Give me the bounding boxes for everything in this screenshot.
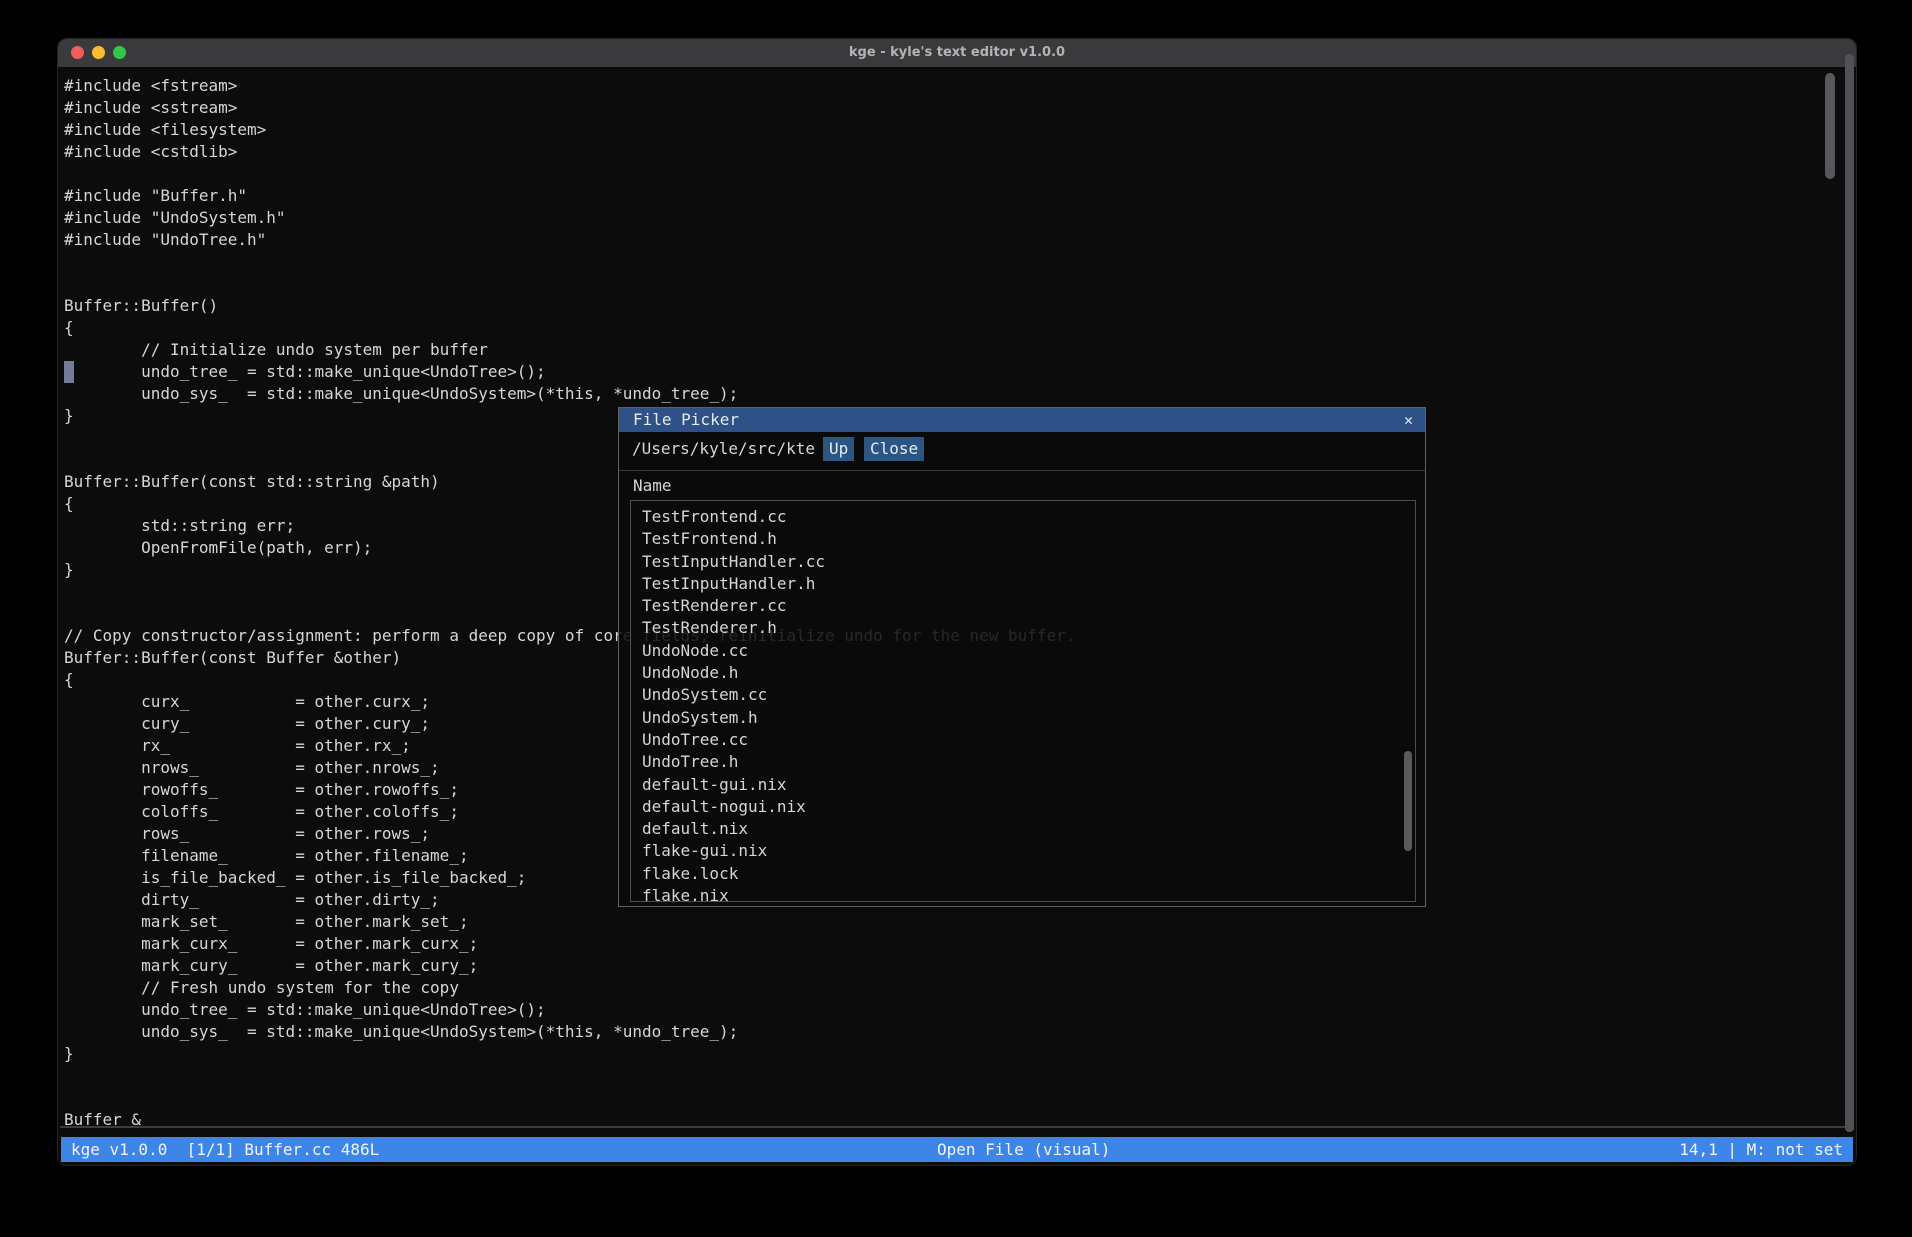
file-list: TestFrontend.cc TestFrontend.h TestInput… [630, 500, 1416, 902]
file-item[interactable]: UndoSystem.h [642, 707, 1415, 729]
code-line [64, 251, 1824, 273]
status-file-info: kge v1.0.0 [1/1] Buffer.cc 486L [71, 1137, 379, 1162]
file-item[interactable]: flake-gui.nix [642, 840, 1415, 862]
window-scrollbar-track[interactable] [1845, 54, 1854, 1132]
up-button[interactable]: Up [823, 437, 854, 461]
window-titlebar: kge - kyle's text editor v1.0.0 [58, 39, 1856, 67]
file-item[interactable]: default.nix [642, 818, 1415, 840]
current-path: /Users/kyle/src/kte [632, 438, 815, 460]
status-bar: kge v1.0.0 [1/1] Buffer.cc 486L Open Fil… [61, 1137, 1853, 1162]
dialog-title: File Picker [633, 408, 739, 432]
file-item[interactable]: TestRenderer.cc [642, 595, 1415, 617]
code-line: undo_sys_ = std::make_unique<UndoSystem>… [64, 383, 1824, 405]
file-item[interactable]: TestFrontend.h [642, 528, 1415, 550]
window-title: kge - kyle's text editor v1.0.0 [58, 39, 1856, 67]
screen: kge - kyle's text editor v1.0.0 #include… [0, 0, 1912, 1237]
code-line [64, 163, 1824, 185]
code-line: { [64, 317, 1824, 339]
code-line: #include <sstream> [64, 97, 1824, 119]
code-line: // Initialize undo system per buffer [64, 339, 1824, 361]
code-line: mark_set_ = other.mark_set_; [64, 911, 1824, 933]
file-list-scrollbar-thumb[interactable] [1404, 751, 1412, 851]
code-line: #include <cstdlib> [64, 141, 1824, 163]
code-line: #include <filesystem> [64, 119, 1824, 141]
file-picker-dialog: File Picker ✕ /Users/kyle/src/kte Up Clo… [618, 407, 1426, 907]
code-line: #include <fstream> [64, 75, 1824, 97]
code-line [64, 1087, 1824, 1109]
code-line: Buffer::Buffer() [64, 295, 1824, 317]
code-line: #include "UndoSystem.h" [64, 207, 1824, 229]
file-item[interactable]: flake.lock [642, 863, 1415, 885]
close-button[interactable]: Close [864, 437, 924, 461]
code-line: undo_tree_ = std::make_unique<UndoTree>(… [64, 361, 1824, 383]
file-item[interactable]: TestInputHandler.h [642, 573, 1415, 595]
dialog-close-icon[interactable]: ✕ [1404, 408, 1413, 432]
code-line: #include "Buffer.h" [64, 185, 1824, 207]
dialog-titlebar: File Picker ✕ [619, 408, 1425, 432]
status-cursor-position: 14,1 | M: not set [1679, 1137, 1843, 1162]
file-item[interactable]: UndoNode.h [642, 662, 1415, 684]
editor-window: kge - kyle's text editor v1.0.0 #include… [57, 38, 1857, 1166]
file-item[interactable]: flake.nix [642, 885, 1415, 902]
code-line [64, 1065, 1824, 1087]
status-mode: Open File (visual) [937, 1137, 1110, 1162]
code-line: } [64, 1043, 1824, 1065]
code-line [64, 273, 1824, 295]
file-item[interactable]: UndoTree.cc [642, 729, 1415, 751]
file-item[interactable]: UndoSystem.cc [642, 684, 1415, 706]
name-column-header: Name [633, 475, 672, 497]
dialog-divider [619, 470, 1425, 471]
file-item[interactable]: UndoTree.h [642, 751, 1415, 773]
code-line: #include "UndoTree.h" [64, 229, 1824, 251]
file-item[interactable]: UndoNode.cc [642, 640, 1415, 662]
editor-bottom-divider [60, 1126, 1854, 1128]
file-item[interactable]: default-gui.nix [642, 774, 1415, 796]
code-line: undo_tree_ = std::make_unique<UndoTree>(… [64, 999, 1824, 1021]
code-line: // Fresh undo system for the copy [64, 977, 1824, 999]
file-item[interactable]: default-nogui.nix [642, 796, 1415, 818]
code-line: undo_sys_ = std::make_unique<UndoSystem>… [64, 1021, 1824, 1043]
code-line: mark_curx_ = other.mark_curx_; [64, 933, 1824, 955]
code-line: mark_cury_ = other.mark_cury_; [64, 955, 1824, 977]
editor-scrollbar-thumb[interactable] [1825, 73, 1835, 179]
file-item[interactable]: TestRenderer.h [642, 617, 1415, 639]
file-item[interactable]: TestInputHandler.cc [642, 551, 1415, 573]
text-cursor [64, 361, 74, 383]
file-item[interactable]: TestFrontend.cc [642, 506, 1415, 528]
